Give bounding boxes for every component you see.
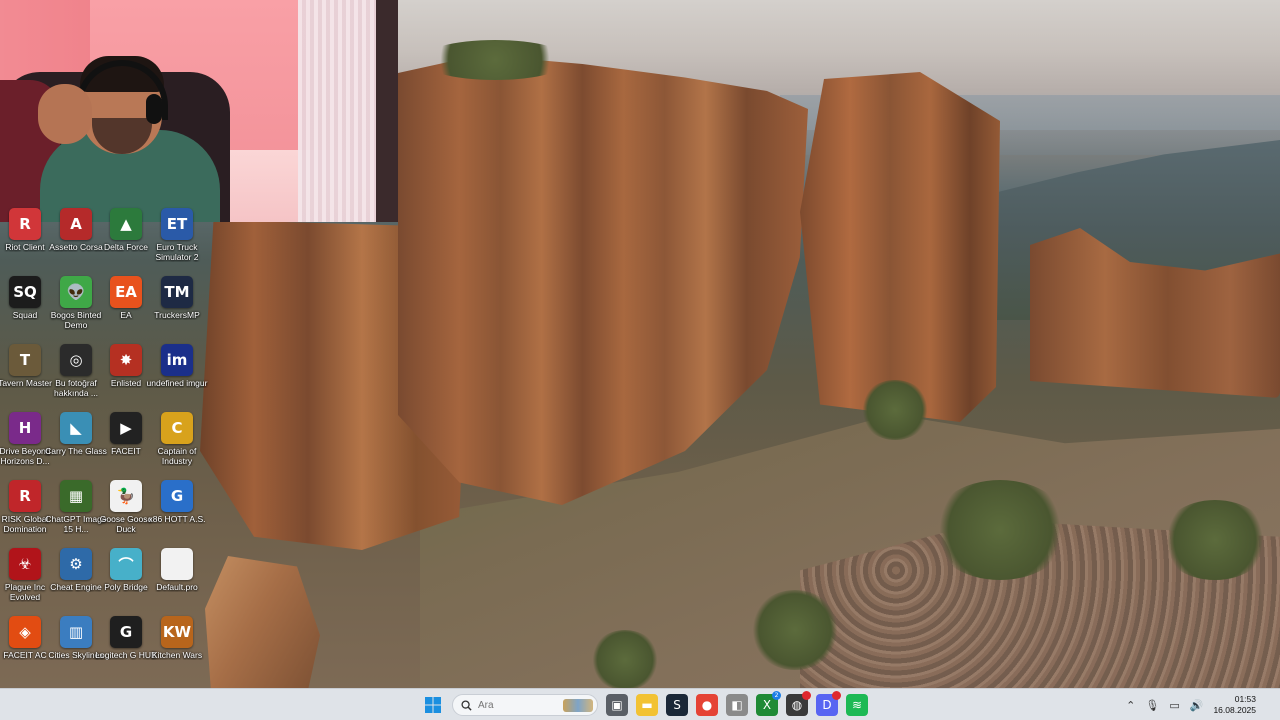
wallpaper-boulder: [205, 556, 320, 688]
spotify-icon[interactable]: ≋: [846, 694, 868, 716]
wallpaper-bush: [930, 480, 1070, 580]
logitech-icon: G: [110, 616, 142, 648]
riot-icon: R: [9, 208, 41, 240]
image-file-icon: ▦: [60, 480, 92, 512]
wallpaper-bush: [1160, 500, 1270, 580]
cheat-engine-icon: ⚙: [60, 548, 92, 580]
x86-icon: G: [161, 480, 193, 512]
system-tray: ⌃ 🎙 ▭ 🔊 01:53 16.08.2025: [1126, 689, 1280, 720]
desktop-shortcut-label: Euro Truck Simulator 2: [155, 242, 199, 262]
steelseries-icon[interactable]: ◍: [786, 691, 811, 716]
taskbar: ▣ ▬ S ● ◧ X2◍D≋ ⌃ 🎙 ▭ 🔊 01:53 16.08.2025: [0, 688, 1280, 720]
captain-industry-icon: C: [161, 412, 193, 444]
desktop-shortcut[interactable]: C Captain of Industry: [144, 412, 210, 466]
webcam-door: [376, 0, 398, 222]
faceit-icon: ▶: [110, 412, 142, 444]
desktop-shortcut-label: Default.pro: [156, 582, 198, 592]
display-icon[interactable]: ▭: [1169, 699, 1179, 712]
search-input[interactable]: [478, 699, 558, 711]
alien-icon: 👽: [60, 276, 92, 308]
search-highlight-image: [563, 699, 593, 712]
notification-badge: [832, 691, 841, 700]
search-icon: [461, 699, 472, 711]
webcam-overlay: [0, 0, 398, 222]
desktop-shortcut[interactable]: TM TruckersMP: [144, 276, 210, 320]
desktop-shortcut-label: x86 HOTT A.S.: [148, 514, 206, 524]
desktop-shortcut-label: undefined imgur: [146, 378, 208, 388]
delta-force-icon: ▲: [110, 208, 142, 240]
microsoft-store-icon[interactable]: ◧: [726, 694, 748, 716]
discord-icon[interactable]: D: [816, 691, 841, 716]
chevron-up-icon[interactable]: ⌃: [1126, 699, 1135, 712]
microphone-icon[interactable]: 🎙: [1145, 699, 1159, 712]
clock-date: 16.08.2025: [1213, 705, 1256, 715]
desktop-shortcut[interactable]: KW Kitchen Wars: [144, 616, 210, 660]
chrome-icon[interactable]: ●: [696, 694, 718, 716]
carry-glass-icon: ◣: [60, 412, 92, 444]
assetto-icon: A: [60, 208, 92, 240]
squad-icon: SQ: [9, 276, 41, 308]
poly-bridge-icon: ⌒: [110, 548, 142, 580]
steam-icon[interactable]: S: [666, 694, 688, 716]
notification-badge: 2: [772, 691, 781, 700]
truckersmp-icon: TM: [161, 276, 193, 308]
wallpaper-rock-pillar: [398, 55, 808, 505]
faceit-ac-icon: ◈: [9, 616, 41, 648]
kitchen-wars-icon: KW: [161, 616, 193, 648]
notification-badge: [802, 691, 811, 700]
volume-icon[interactable]: 🔊: [1190, 699, 1204, 712]
start-button[interactable]: [422, 694, 444, 716]
windows-icon: [425, 697, 441, 713]
desktop-shortcut-label: TruckersMP: [154, 310, 200, 320]
wallpaper-bush: [420, 40, 570, 80]
wallpaper-rock-pillar: [800, 72, 1000, 422]
clock-time: 01:53: [1234, 694, 1256, 704]
desktop-shortcut-label: Captain of Industry: [157, 446, 197, 466]
taskbar-apps: ▣ ▬ S ● ◧ X2◍D≋: [422, 689, 868, 720]
xbox-icon[interactable]: X2: [756, 691, 781, 716]
desktop-icon-grid: R Riot Client A Assetto Corsa ▲ Delta Force ET…: [0, 208, 210, 682]
drive-beyond-icon: H: [9, 412, 41, 444]
wallpaper-bush: [860, 380, 930, 440]
wallpaper-bush: [750, 590, 840, 670]
headset-earcup: [146, 94, 162, 124]
file-explorer-icon[interactable]: ▬: [636, 694, 658, 716]
webcam-person-hand: [38, 84, 92, 144]
plague-icon: ☣: [9, 548, 41, 580]
task-view-icon[interactable]: ▣: [606, 694, 628, 716]
webcam-curtain: [298, 0, 376, 222]
euro-truck-icon: ET: [161, 208, 193, 240]
ea-icon: EA: [110, 276, 142, 308]
taskbar-search[interactable]: [452, 694, 598, 716]
desktop-shortcut-label: Kitchen Wars: [151, 650, 203, 660]
desktop-shortcut[interactable]: ET Euro Truck Simulator 2: [144, 208, 210, 262]
wallpaper-bush: [590, 630, 660, 688]
desktop-shortcut[interactable]: im undefined imgur: [144, 344, 210, 388]
camera-icon: ◎: [60, 344, 92, 376]
imgur-icon: im: [161, 344, 193, 376]
cities-icon: ▥: [60, 616, 92, 648]
desktop-shortcut[interactable]: Default.pro: [144, 548, 210, 592]
taskbar-clock[interactable]: 01:53 16.08.2025: [1213, 694, 1256, 716]
desktop-shortcut[interactable]: Gx86 HOTT A.S.: [144, 480, 210, 524]
goose-icon: 🦆: [110, 480, 142, 512]
tavern-icon: T: [9, 344, 41, 376]
risk-icon: R: [9, 480, 41, 512]
enlisted-icon: ✸: [110, 344, 142, 376]
document-icon: [161, 548, 193, 580]
